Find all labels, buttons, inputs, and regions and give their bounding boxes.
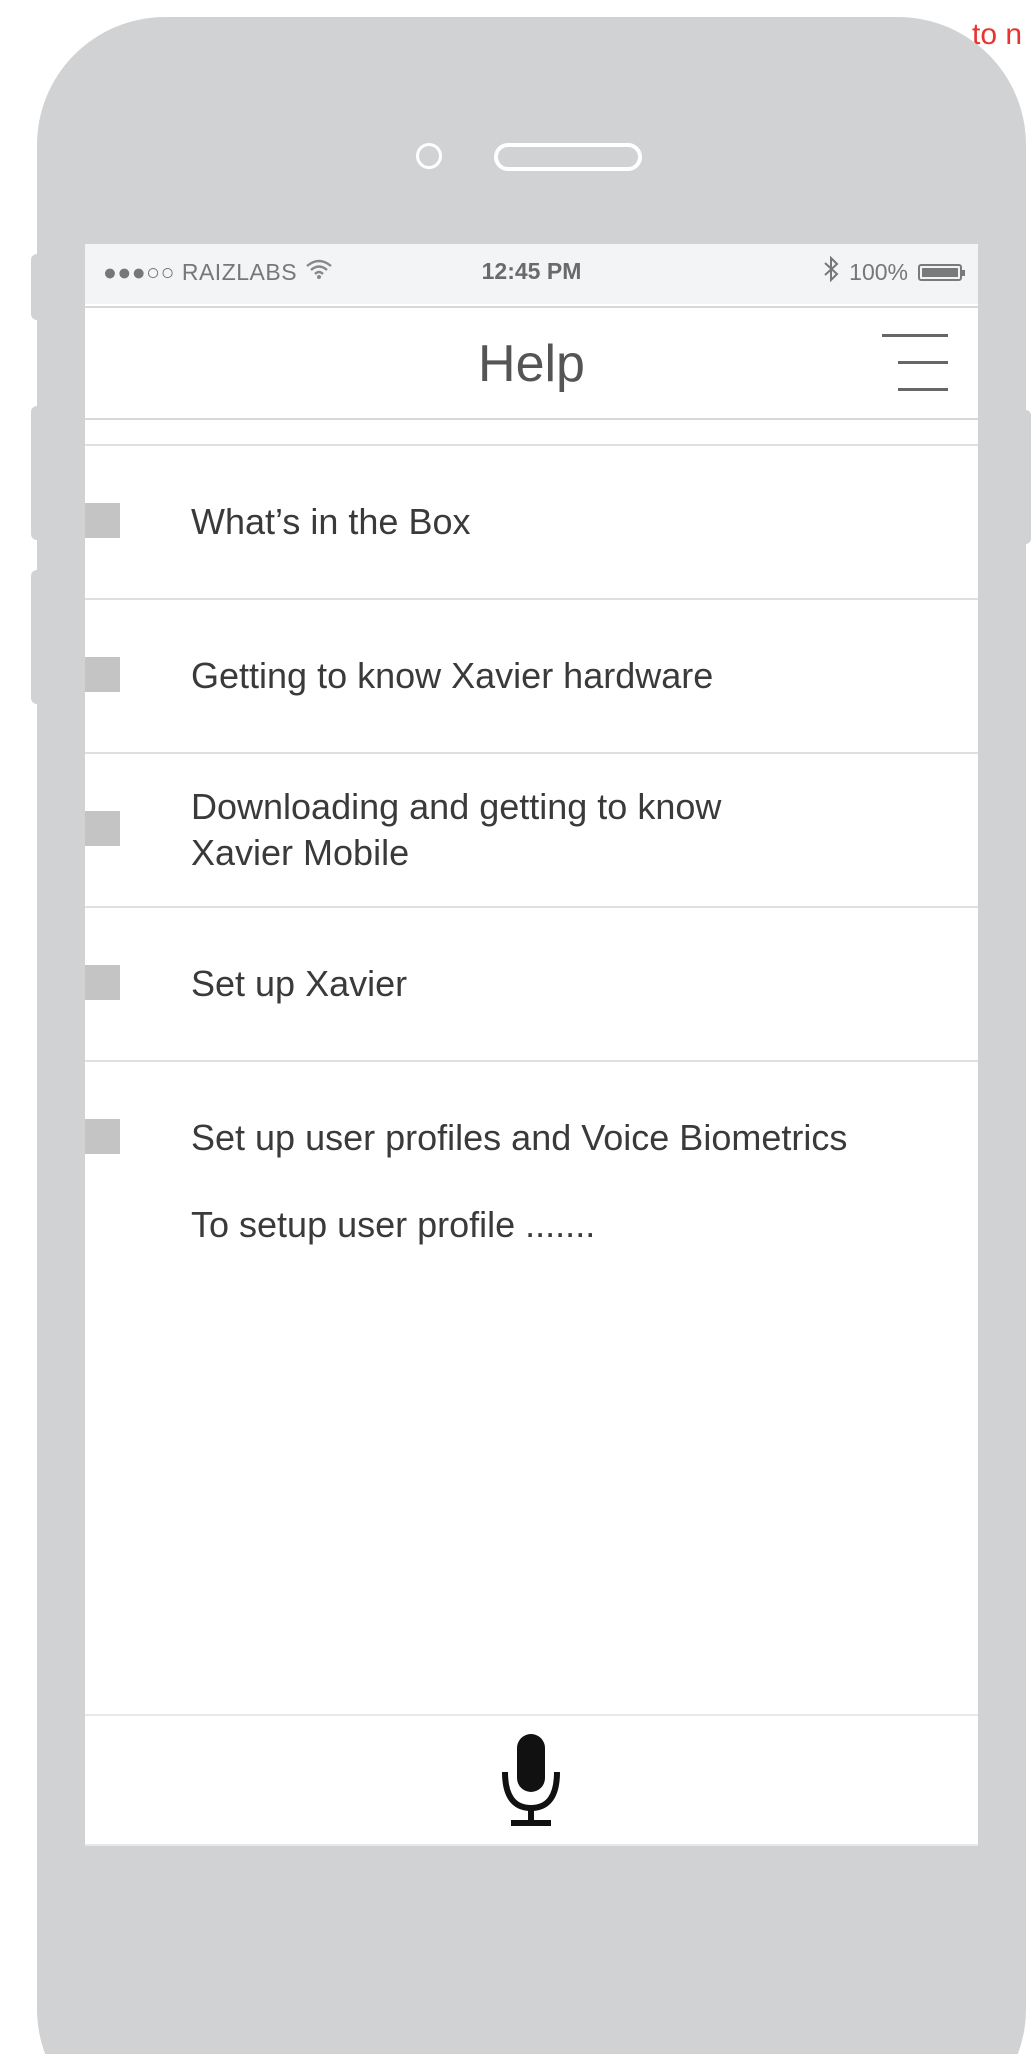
page-title: Help: [478, 335, 585, 393]
front-camera: [416, 143, 442, 169]
status-right: 100%: [823, 255, 965, 288]
bullet-icon: [85, 1119, 120, 1154]
help-item-label: Set up user profiles and Voice Biometric…: [191, 1117, 848, 1158]
menu-line: [898, 361, 948, 364]
bluetooth-icon: [823, 255, 839, 288]
phone-screen: ●●●○○ RAIZLABS 12:45 PM 100% Help What’s…: [85, 244, 978, 1846]
battery-percent: 100%: [849, 258, 908, 285]
hamburger-menu-icon[interactable]: [878, 334, 948, 392]
menu-line: [882, 334, 948, 337]
battery-fill: [922, 267, 958, 277]
bullet-icon: [85, 811, 120, 846]
mockup-canvas: to n ●●●○○ RAIZLABS 12:45 PM 100% Help W…: [0, 0, 1031, 2054]
bullet-icon: [85, 965, 120, 1000]
help-item-getting-to-know-hardware[interactable]: Getting to know Xavier hardware: [85, 600, 978, 754]
help-item-label: What’s in the Box: [191, 501, 471, 542]
expanded-detail-text: To setup user profile .......: [191, 1204, 596, 1245]
help-item-downloading-mobile[interactable]: Downloading and getting to know Xavier M…: [85, 754, 978, 908]
help-item-set-up-xavier[interactable]: Set up Xavier: [85, 908, 978, 1062]
help-item-label: Getting to know Xavier hardware: [191, 655, 714, 696]
help-topic-list: What’s in the Box Getting to know Xavier…: [85, 444, 978, 1214]
help-item-user-profiles[interactable]: Set up user profiles and Voice Biometric…: [85, 1062, 978, 1214]
status-bar: ●●●○○ RAIZLABS 12:45 PM 100%: [85, 244, 978, 304]
help-item-label: Set up Xavier: [191, 963, 408, 1004]
bottom-bar: [85, 1714, 978, 1846]
bullet-icon: [85, 503, 120, 538]
help-item-label: Downloading and getting to know Xavier M…: [191, 786, 722, 873]
help-item-whats-in-the-box[interactable]: What’s in the Box: [85, 446, 978, 600]
microphone-icon[interactable]: [499, 1732, 563, 1832]
battery-icon: [918, 263, 965, 281]
navigation-bar: Help: [85, 306, 978, 420]
bullet-icon: [85, 657, 120, 692]
earpiece-speaker: [494, 143, 642, 171]
menu-line: [898, 388, 948, 391]
